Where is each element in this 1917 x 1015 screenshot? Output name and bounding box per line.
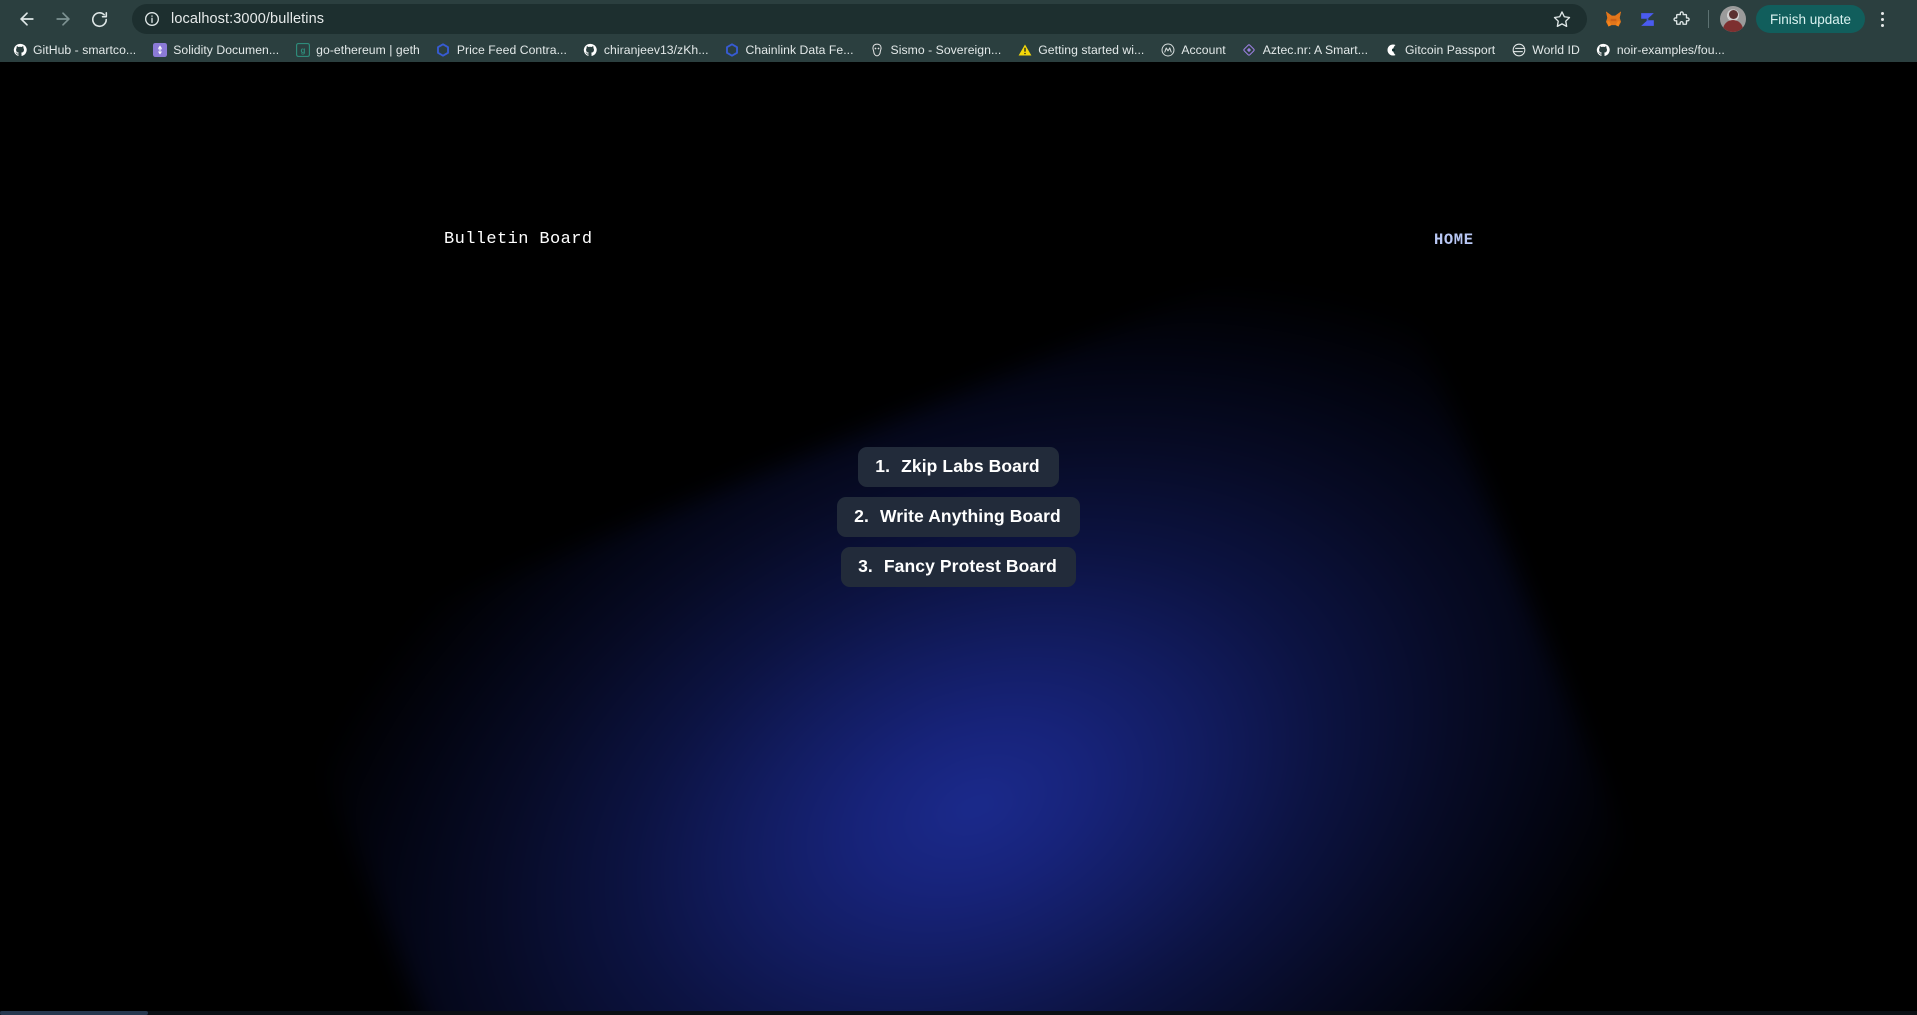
bookmark-label: chiranjeev13/zKh... <box>603 43 709 57</box>
bookmark-label: noir-examples/fou... <box>1616 43 1725 57</box>
bookmark-gitcoin-passport[interactable]: Gitcoin Passport <box>1376 40 1503 61</box>
bookmarks-bar: GitHub - smartco... Solidity Documen... … <box>0 38 1917 62</box>
bookmark-noir-examples[interactable]: noir-examples/fou... <box>1588 40 1733 61</box>
back-icon[interactable] <box>10 4 44 34</box>
board-index: 1. <box>875 456 891 476</box>
geth-icon: g <box>295 43 310 58</box>
bookmark-label: Chainlink Data Fe... <box>745 43 854 57</box>
forward-icon[interactable] <box>46 4 80 34</box>
bookmark-label: Solidity Documen... <box>173 43 280 57</box>
bookmark-label: World ID <box>1532 43 1580 57</box>
bookmark-sismo-sovereign[interactable]: Sismo - Sovereign... <box>862 40 1010 61</box>
board-index: 2. <box>854 506 869 526</box>
nav-link-home[interactable]: HOME <box>1434 229 1474 251</box>
bookmark-aztec-nr[interactable]: Aztec.nr: A Smart... <box>1234 40 1376 61</box>
bookmark-solidity-documentation[interactable]: Solidity Documen... <box>144 40 287 61</box>
github-icon <box>1596 43 1611 58</box>
page-viewport: Bulletin Board HOME 1. Zkip Labs Board 2… <box>0 62 1917 1015</box>
chainlink-icon <box>725 43 740 58</box>
bookmark-world-id[interactable]: World ID <box>1503 40 1588 61</box>
chainlink-icon <box>436 43 451 58</box>
bookmark-label: Account <box>1181 43 1226 57</box>
site-header: Bulletin Board HOME <box>0 228 1917 258</box>
browser-menu-icon[interactable] <box>1869 5 1895 33</box>
bookmark-getting-started[interactable]: Getting started wi... <box>1009 40 1152 61</box>
bookmark-chainlink-data-feeds[interactable]: Chainlink Data Fe... <box>717 40 862 61</box>
bookmark-github-smartco[interactable]: GitHub - smartco... <box>4 40 144 61</box>
reload-icon[interactable] <box>82 4 116 34</box>
board-list-item[interactable]: 1. Zkip Labs Board <box>858 447 1059 487</box>
board-label: Write Anything Board <box>879 506 1061 526</box>
horizontal-scrollbar-thumb[interactable] <box>0 1011 148 1015</box>
warning-icon <box>1017 43 1032 58</box>
board-list-item[interactable]: 2. Write Anything Board <box>837 497 1080 537</box>
address-bar-url[interactable]: localhost:3000/bulletins <box>171 11 324 27</box>
account-icon <box>1160 43 1175 58</box>
worldid-icon <box>1511 43 1526 58</box>
extensions-puzzle-icon[interactable] <box>1667 5 1695 33</box>
bookmark-account[interactable]: Account <box>1152 40 1233 61</box>
board-list: 1. Zkip Labs Board 2. Write Anything Boa… <box>0 447 1917 587</box>
address-bar[interactable]: localhost:3000/bulletins <box>132 4 1587 34</box>
sismo-icon <box>870 43 885 58</box>
bookmark-label: GitHub - smartco... <box>33 43 137 57</box>
gitcoin-icon <box>1384 43 1399 58</box>
bookmark-label: Gitcoin Passport <box>1405 43 1496 57</box>
board-label: Zkip Labs Board <box>901 456 1040 476</box>
metamask-extension-icon[interactable] <box>1599 5 1627 33</box>
finish-update-button[interactable]: Finish update <box>1756 5 1866 33</box>
toolbar-divider <box>1708 10 1709 28</box>
aztec-icon <box>1242 43 1257 58</box>
github-icon <box>583 43 598 58</box>
browser-toolbar: localhost:3000/bulletins Finish update <box>0 0 1917 38</box>
svg-text:g: g <box>300 46 305 55</box>
zkp-extension-icon[interactable] <box>1633 5 1661 33</box>
browser-chrome: localhost:3000/bulletins Finish update G… <box>0 0 1917 62</box>
horizontal-scrollbar[interactable] <box>0 1011 1917 1015</box>
bookmark-label: Getting started wi... <box>1038 43 1145 57</box>
github-icon <box>12 43 27 58</box>
bookmark-label: Price Feed Contra... <box>456 43 567 57</box>
bookmark-label: go-ethereum | geth <box>316 43 420 57</box>
bookmark-go-ethereum-geth[interactable]: g go-ethereum | geth <box>287 40 428 61</box>
site-info-icon[interactable] <box>144 11 160 27</box>
bookmark-label: Aztec.nr: A Smart... <box>1262 43 1369 57</box>
bookmark-price-feed-contract[interactable]: Price Feed Contra... <box>428 40 575 61</box>
board-list-item[interactable]: 3. Fancy Protest Board <box>841 547 1076 587</box>
avatar[interactable] <box>1720 6 1746 32</box>
bookmark-chiranjeev13-zkh[interactable]: chiranjeev13/zKh... <box>575 40 717 61</box>
bookmark-label: Sismo - Sovereign... <box>890 43 1002 57</box>
board-label: Fancy Protest Board <box>883 556 1057 576</box>
board-index: 3. <box>858 556 873 576</box>
bookmark-star-icon[interactable] <box>1549 6 1575 32</box>
solidity-icon <box>152 43 167 58</box>
page-title: Bulletin Board <box>444 230 593 249</box>
page-content: Bulletin Board HOME 1. Zkip Labs Board 2… <box>0 62 1917 1015</box>
